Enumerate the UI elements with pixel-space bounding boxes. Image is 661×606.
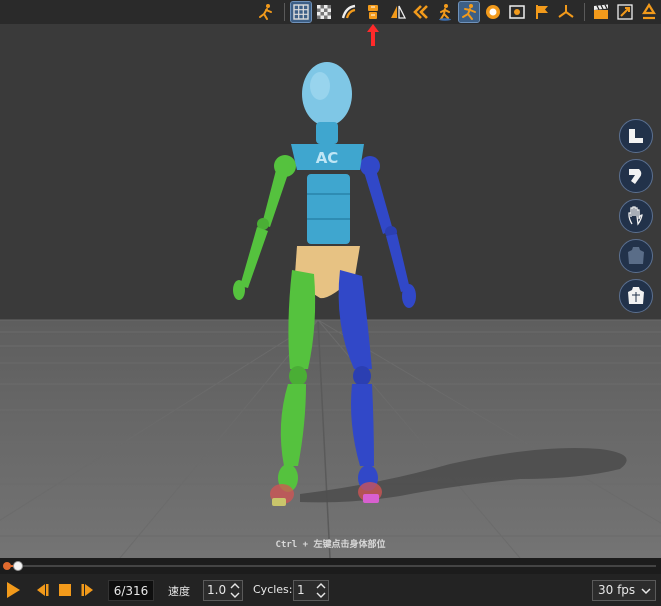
- figure-shadow: [300, 448, 627, 503]
- timeline-start-marker[interactable]: [3, 562, 11, 570]
- speed-value: 1.0: [207, 583, 227, 597]
- figure-neck[interactable]: [316, 122, 338, 144]
- pose-figure-icon[interactable]: [256, 2, 276, 22]
- cycles-spinbox[interactable]: 1: [293, 580, 329, 601]
- checker-floor-icon[interactable]: [314, 2, 334, 22]
- timeline-scrubber[interactable]: [13, 561, 24, 571]
- timeline-track[interactable]: [6, 565, 656, 567]
- undo-pose-icon[interactable]: [411, 2, 431, 22]
- play-icon[interactable]: [4, 581, 22, 599]
- recycle-icon[interactable]: [639, 2, 659, 22]
- speed-spinbox[interactable]: 1.0: [203, 580, 243, 601]
- figure-left-leg[interactable]: [270, 270, 316, 506]
- mirror-icon[interactable]: [388, 2, 408, 22]
- app-window: AC Ctrl + 左键点击身体部位 6/316 速度 1.0 Cycles: …: [0, 0, 661, 606]
- body-back-icon[interactable]: [619, 239, 653, 273]
- timeline[interactable]: [0, 558, 661, 574]
- toolbar-separator: [284, 3, 285, 21]
- figure-right-leg[interactable]: [338, 270, 382, 503]
- arrow-pointer-icon: [367, 24, 379, 46]
- clapper-icon[interactable]: [591, 2, 611, 22]
- arm-pose-icon[interactable]: [619, 119, 653, 153]
- cycles-label: Cycles:: [253, 583, 293, 596]
- 3d-scene[interactable]: AC: [0, 24, 661, 558]
- grid-icon[interactable]: [290, 1, 312, 23]
- figure-left-arm[interactable]: [233, 155, 296, 300]
- viewport-hint: Ctrl + 左键点击身体部位: [275, 540, 386, 550]
- playback-controls: 6/316 速度 1.0 Cycles: 1 30 fps: [0, 574, 661, 606]
- step-forward-icon[interactable]: [80, 581, 98, 599]
- figure-right-arm[interactable]: [360, 156, 416, 308]
- torso-label: AC: [316, 149, 339, 167]
- cycles-value: 1: [297, 583, 305, 597]
- speed-label: 速度: [168, 585, 190, 598]
- spin-arrows-icon[interactable]: [230, 582, 240, 599]
- fps-select[interactable]: 30 fps: [592, 580, 656, 601]
- lighting-icon[interactable]: [339, 2, 359, 22]
- toolbar-separator: [584, 3, 585, 21]
- axis-icon[interactable]: [556, 2, 576, 22]
- body-front-view-icon[interactable]: [619, 279, 653, 313]
- figure-abdomen[interactable]: [307, 174, 350, 244]
- side-panel: [619, 119, 655, 319]
- stop-icon[interactable]: [56, 581, 74, 599]
- chevron-down-icon: [641, 588, 651, 595]
- spin-arrows-icon[interactable]: [316, 582, 326, 599]
- leg-pose-icon[interactable]: [619, 159, 653, 193]
- flag-icon[interactable]: [532, 2, 552, 22]
- 3d-viewport[interactable]: AC: [0, 24, 661, 558]
- frame-counter: 6/316: [108, 580, 154, 601]
- hand-icon[interactable]: [619, 199, 653, 233]
- run-icon[interactable]: [458, 1, 480, 23]
- cycle-icon[interactable]: [483, 2, 503, 22]
- toolbar: [0, 0, 661, 24]
- body-front-icon[interactable]: [363, 2, 383, 22]
- fps-value: 30 fps: [598, 583, 636, 597]
- camera-frame-icon[interactable]: [507, 2, 527, 22]
- export-icon[interactable]: [615, 2, 635, 22]
- step-back-icon[interactable]: [32, 581, 50, 599]
- walk-icon[interactable]: [435, 2, 455, 22]
- floor-grid: [0, 319, 661, 558]
